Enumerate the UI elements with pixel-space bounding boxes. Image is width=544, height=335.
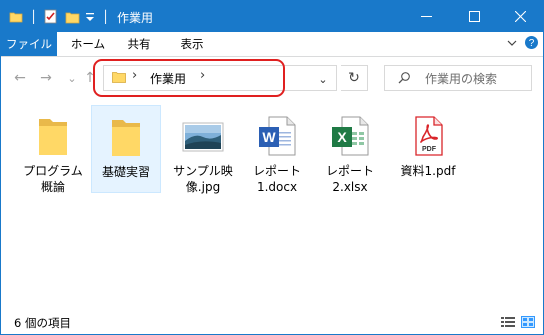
pdf-label: PDF [422, 146, 437, 153]
address-dropdown-button[interactable]: ⌄ [315, 68, 331, 90]
new-folder-icon[interactable] [65, 8, 80, 25]
back-button[interactable]: ← [11, 67, 29, 89]
address-row: ← → ⌄ ↑ › 作業用 › ⌄ ↻ 作業用の検索 [1, 57, 543, 99]
file-list: プログラム 概論 基礎実習 サンプル映 像.jpg W レポート 1.docx … [1, 99, 543, 311]
recent-locations-button[interactable]: ⌄ [63, 67, 81, 89]
file-item-word[interactable]: W レポート 1.docx [242, 105, 312, 194]
properties-check-icon[interactable] [43, 8, 58, 25]
tab-view[interactable]: 表示 [167, 32, 217, 56]
large-icons-view-icon[interactable] [521, 316, 535, 328]
file-name: 資料1.pdf [400, 164, 456, 178]
forward-button[interactable]: → [37, 67, 55, 89]
address-bar[interactable]: › 作業用 › [103, 65, 337, 91]
excel-document-icon: X [315, 115, 385, 157]
image-thumbnail-icon [168, 115, 238, 157]
explorer-window: │ │ 作業用 ファイル ホーム 共有 表示 ? ← → ⌄ ↑ › 作業用 ›… [0, 0, 544, 335]
file-name: レポート 2.xlsx [325, 164, 374, 194]
details-view-icon[interactable] [501, 316, 515, 328]
file-item-folder[interactable]: プログラム 概論 [18, 105, 88, 194]
title-bar: │ │ 作業用 [1, 1, 543, 32]
file-item-image[interactable]: サンプル映 像.jpg [168, 105, 238, 194]
file-item-pdf[interactable]: PDF 資料1.pdf [393, 105, 463, 193]
status-bar: 6 個の項目 [1, 311, 543, 334]
close-button[interactable] [497, 1, 543, 32]
breadcrumb-chevron-icon[interactable]: › [200, 68, 205, 83]
file-name: レポート 1.docx [252, 164, 301, 194]
minimize-button[interactable] [403, 1, 449, 32]
tab-share[interactable]: 共有 [117, 32, 161, 56]
tab-home[interactable]: ホーム [63, 32, 113, 56]
tab-file[interactable]: ファイル [1, 32, 57, 56]
breadcrumb-item[interactable]: 作業用 [150, 70, 186, 87]
separator: │ [30, 9, 38, 24]
file-item-excel[interactable]: X レポート 2.xlsx [315, 105, 385, 194]
ribbon-expand-icon[interactable] [506, 36, 518, 53]
file-item-folder[interactable]: 基礎実習 [91, 105, 161, 193]
folder-icon [112, 71, 126, 83]
window-title: 作業用 [117, 11, 154, 25]
folder-icon [92, 116, 160, 158]
svg-text:?: ? [529, 38, 535, 49]
pdf-document-icon: PDF [393, 115, 463, 157]
file-name: 基礎実習 [101, 165, 150, 179]
up-button[interactable]: ↑ [81, 67, 99, 89]
maximize-button[interactable] [451, 1, 497, 32]
item-count: 6 個の項目 [14, 316, 71, 330]
excel-letter: X [337, 129, 347, 145]
folder-icon [9, 8, 23, 25]
folder-icon [18, 115, 88, 157]
word-letter: W [262, 129, 276, 145]
file-name: サンプル映 像.jpg [173, 164, 233, 194]
search-icon [398, 72, 410, 84]
customize-dropdown-icon[interactable] [85, 8, 95, 25]
help-icon[interactable]: ? [524, 35, 539, 53]
file-name: プログラム 概論 [23, 164, 83, 194]
search-box[interactable]: 作業用の検索 [384, 65, 532, 91]
breadcrumb-chevron-icon[interactable]: › [132, 68, 137, 83]
ribbon-tabs: ファイル ホーム 共有 表示 ? [1, 32, 543, 57]
separator: │ [102, 9, 110, 24]
search-placeholder: 作業用の検索 [425, 72, 498, 86]
word-document-icon: W [242, 115, 312, 157]
refresh-button[interactable]: ↻ [341, 65, 368, 91]
